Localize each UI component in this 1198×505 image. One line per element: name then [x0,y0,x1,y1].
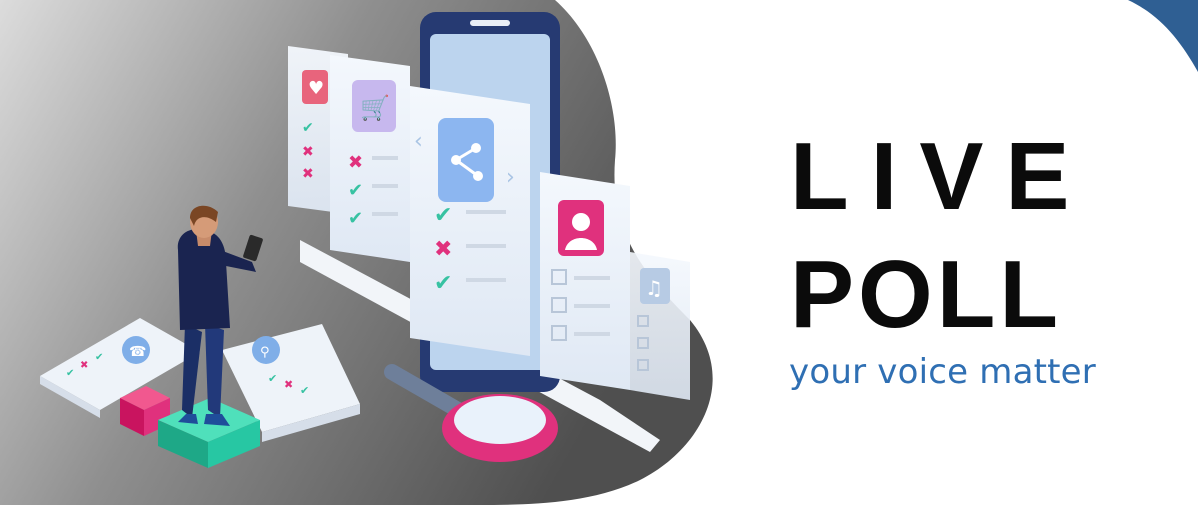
page-title: LIVE POLL [790,118,1190,354]
poll-card-user [540,172,630,390]
svg-text:✔: ✔ [95,352,103,363]
svg-text:✖: ✖ [284,378,293,391]
svg-text:✔: ✔ [434,203,452,228]
svg-text:‹: ‹ [414,129,423,154]
svg-text:✖: ✖ [302,144,314,160]
svg-text:✖: ✖ [80,360,88,371]
svg-text:✔: ✔ [348,180,363,201]
svg-text:✔: ✔ [434,271,452,296]
title-line-poll: POLL [790,241,1062,348]
corner-accent [1128,0,1198,72]
svg-text:✔: ✔ [348,208,363,229]
svg-text:☎: ☎ [129,344,146,360]
svg-text:✔: ✔ [300,384,309,397]
poll-card-cart: 🛒 ✖ ✔ ✔ [330,55,410,262]
svg-text:✖: ✖ [348,152,363,173]
poll-card-main: ‹ › ✔ ✖ ✔ [410,86,530,356]
svg-text:✔: ✔ [66,368,74,379]
live-poll-banner: ♥ ✔ ✖ ✖ 🛒 ✖ ✔ ✔ ‹ › ✔ ✖ ✔ ♫ ☎ ✔ ✖ ✔ ⚲ ✔ … [0,0,1198,505]
svg-text:⚲: ⚲ [260,345,270,360]
svg-text:♥: ♥ [308,78,324,99]
svg-text:✔: ✔ [268,372,277,385]
svg-text:›: › [506,165,515,190]
svg-text:✖: ✖ [434,237,452,262]
svg-text:♫: ♫ [645,276,663,300]
svg-text:✔: ✔ [302,120,314,136]
title-line-live: LIVE [790,123,1092,230]
tagline: your voice matter [789,352,1096,392]
poll-card-music: ♫ [630,252,690,400]
share-icon [438,118,494,202]
svg-text:🛒: 🛒 [360,94,390,122]
svg-text:✖: ✖ [302,166,314,182]
